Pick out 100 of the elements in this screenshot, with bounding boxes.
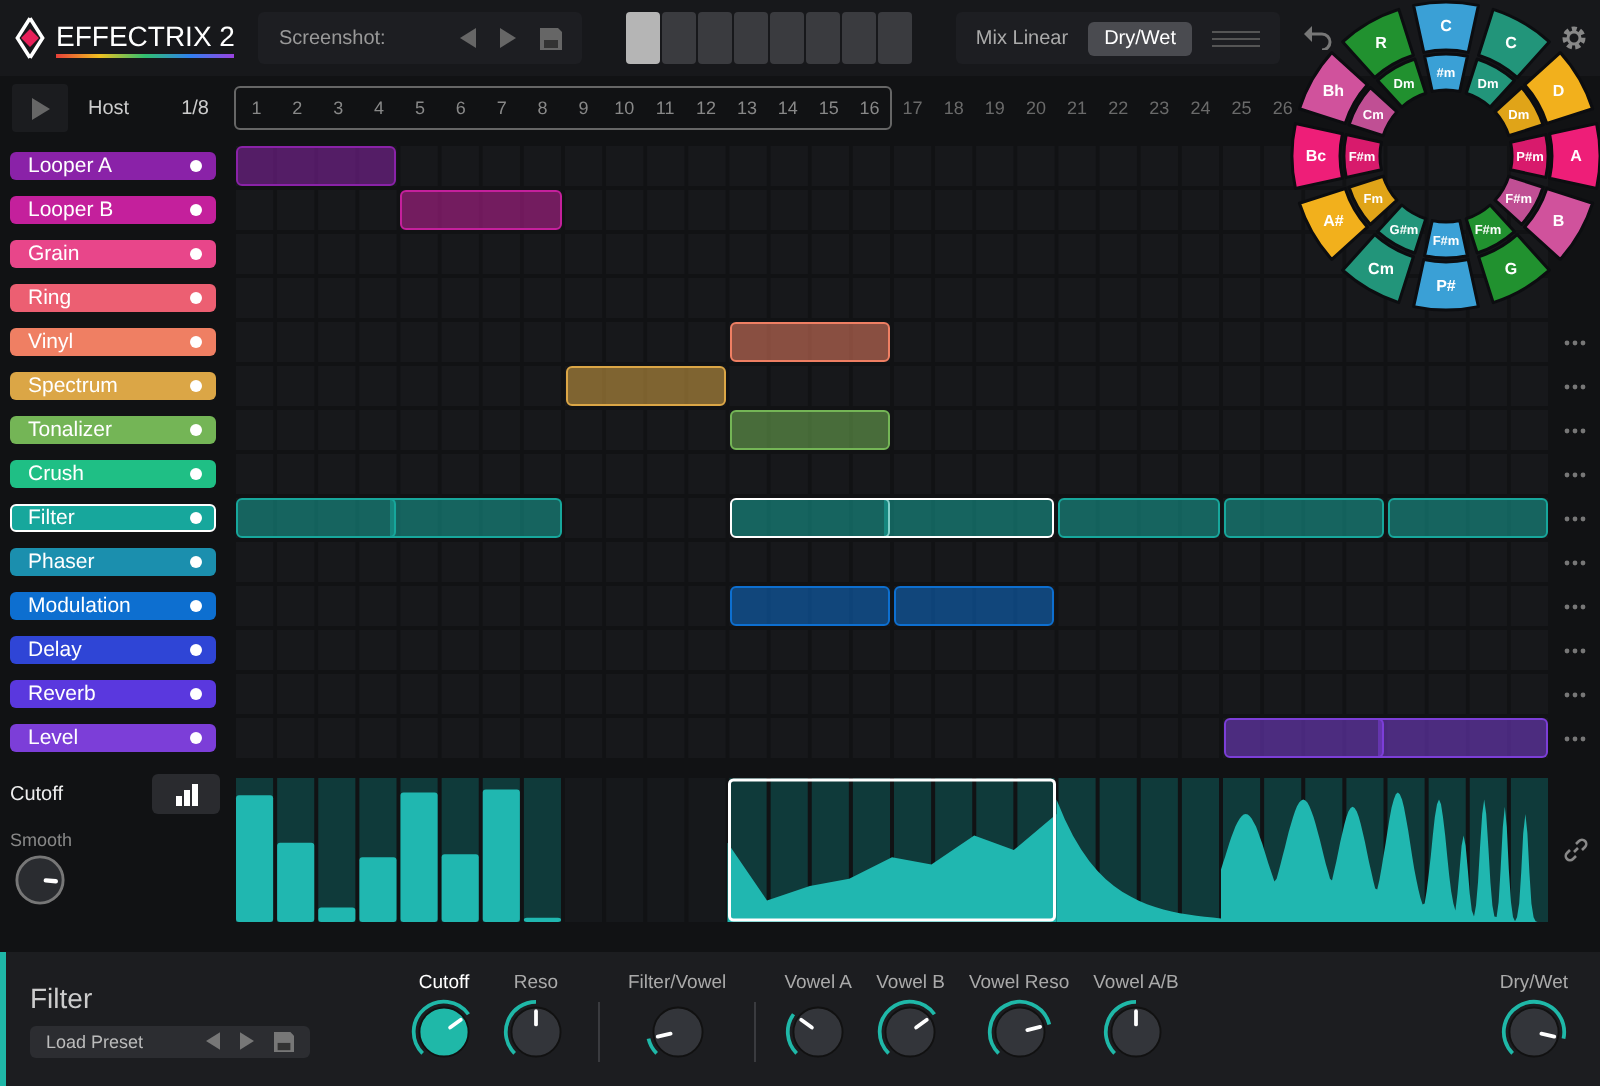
step-number: 4 [372, 98, 387, 118]
chord-pad[interactable]: A [1548, 122, 1600, 190]
more-icon[interactable] [1564, 647, 1586, 653]
effect-track-button[interactable]: Vinyl [10, 328, 216, 356]
sync-label[interactable]: Host [88, 97, 130, 119]
status-dot[interactable] [190, 688, 202, 700]
knob-label: Cutoff [418, 972, 470, 994]
effect-track-button[interactable]: Phaser [10, 548, 216, 576]
status-dot[interactable] [190, 468, 202, 480]
more-icon[interactable] [1564, 471, 1586, 477]
effect-track-button[interactable]: Level [10, 724, 216, 752]
logo-icon [12, 14, 48, 62]
status-dot[interactable] [190, 204, 202, 216]
play-button[interactable] [12, 84, 68, 132]
status-dot[interactable] [190, 160, 202, 172]
effect-track-button[interactable]: Ring [10, 284, 216, 312]
status-dot[interactable] [190, 424, 202, 436]
menu-icon[interactable] [1212, 29, 1260, 47]
status-dot[interactable] [190, 380, 202, 392]
step-number: 6 [453, 98, 468, 118]
parameter-label: Cutoff [10, 783, 63, 805]
smooth-label: Smooth [10, 830, 73, 850]
effect-track-button[interactable]: Filter [10, 504, 216, 532]
smooth-knob[interactable] [14, 854, 66, 906]
screenshot-label: Screenshot: [278, 27, 386, 49]
undo-icon[interactable] [1304, 26, 1332, 50]
rate-label[interactable]: 1/8 [181, 97, 209, 119]
step-number: 17 [900, 98, 925, 118]
next-icon[interactable] [499, 28, 516, 48]
modulation-lane-drawing[interactable] [234, 778, 1550, 922]
step-number: 24 [1188, 98, 1213, 118]
previous-icon[interactable] [206, 1032, 220, 1050]
status-dot[interactable] [190, 336, 202, 348]
step-number: 9 [576, 98, 591, 118]
knob-label: Vowel Reso [968, 972, 1070, 994]
previous-icon[interactable] [459, 28, 476, 48]
chord-pad[interactable]: Bc [1290, 122, 1344, 190]
save-icon[interactable] [274, 1031, 294, 1051]
effect-track-button[interactable]: Grain [10, 240, 216, 268]
knob-label: Vowel A [784, 972, 853, 994]
step-number: 19 [982, 98, 1007, 118]
save-icon[interactable] [539, 27, 562, 49]
effect-track-button[interactable]: Spectrum [10, 372, 216, 400]
settings-icon[interactable] [1560, 24, 1588, 52]
more-icon[interactable] [1564, 603, 1586, 609]
link-icon[interactable] [1563, 838, 1587, 862]
effect-track-button[interactable]: Delay [10, 636, 216, 664]
step-number: 12 [694, 98, 719, 118]
more-icon[interactable] [1564, 735, 1586, 741]
step-number: 16 [857, 98, 882, 118]
step-number: 20 [1023, 98, 1048, 118]
mix-linear-option[interactable]: Mix Linear [975, 27, 1069, 49]
bars-mode-button[interactable] [152, 774, 220, 814]
step-lane[interactable] [234, 278, 1550, 318]
more-icon[interactable] [1564, 515, 1586, 521]
preset-label[interactable]: Load Preset [46, 1031, 144, 1051]
step-number: 1 [249, 98, 264, 118]
more-icon[interactable] [1564, 427, 1586, 433]
step-number: 21 [1065, 98, 1090, 118]
app-title: EFFECTRIX 2 [56, 19, 235, 57]
step-number: 13 [734, 98, 759, 118]
more-icon[interactable] [1564, 691, 1586, 697]
knob-label: Reso [513, 972, 559, 994]
more-icon[interactable] [1564, 383, 1586, 389]
chord-pad[interactable]: C [1477, 7, 1551, 79]
step-number: 2 [290, 98, 305, 118]
knob-label: Filter/Vowel [628, 972, 727, 994]
chord-pad[interactable]: G [1477, 233, 1551, 305]
pattern-slot[interactable] [625, 12, 660, 64]
effect-track-button[interactable]: Modulation [10, 592, 216, 620]
chord-pad[interactable]: P# [1412, 258, 1480, 312]
effect-track-button[interactable]: Looper B [10, 196, 216, 224]
step-number: 10 [612, 98, 637, 118]
status-dot[interactable] [190, 512, 202, 524]
effect-track-button[interactable]: Reverb [10, 680, 216, 708]
status-dot[interactable] [190, 556, 202, 568]
status-dot[interactable] [190, 644, 202, 656]
status-dot[interactable] [190, 600, 202, 612]
next-icon[interactable] [240, 1032, 254, 1050]
chord-pad[interactable]: C [1412, 0, 1480, 54]
effect-track-button[interactable]: Crush [10, 460, 216, 488]
effect-title: Filter [30, 981, 95, 1013]
step-number: 5 [412, 98, 427, 118]
more-icon[interactable] [1564, 559, 1586, 565]
step-number: 22 [1106, 98, 1131, 118]
status-dot[interactable] [190, 732, 202, 744]
chord-pad[interactable]: R [1341, 7, 1415, 79]
knob-label: Dry/Wet [1499, 972, 1568, 994]
dry-wet-toggle[interactable]: Dry/Wet [1088, 21, 1192, 55]
knob-label: Vowel B [876, 972, 945, 994]
more-icon[interactable] [1564, 339, 1586, 345]
effect-track-button[interactable]: Tonalizer [10, 416, 216, 444]
effect-track-button[interactable]: Looper A [10, 152, 216, 180]
preset-selector[interactable]: Load Preset [30, 1025, 310, 1057]
loop-range[interactable]: 1 2 3 4 5 6 7 8 9 10 11 12 13 14 15 16 [234, 86, 892, 130]
knob-label: Vowel A/B [1093, 972, 1179, 994]
status-dot[interactable] [190, 248, 202, 260]
status-dot[interactable] [190, 292, 202, 304]
step-number: 18 [941, 98, 966, 118]
chord-pad[interactable]: Cm [1341, 233, 1415, 305]
